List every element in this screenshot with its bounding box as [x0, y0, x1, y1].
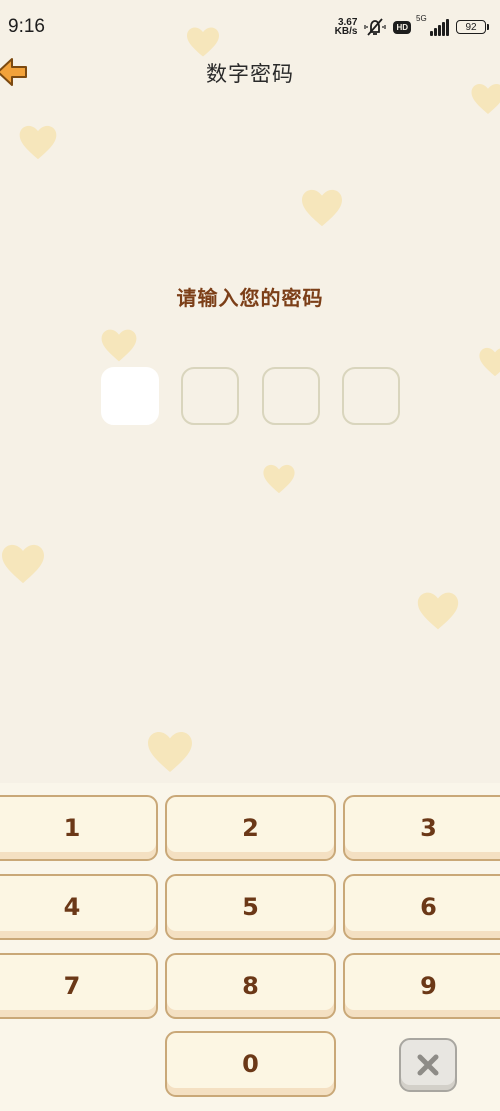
network-speed: 3.67 KB/s	[334, 18, 358, 37]
background-heart-icon	[19, 125, 57, 160]
status-icons: 3.67 KB/s HD 5G 92	[334, 14, 489, 38]
battery-icon: 92	[456, 20, 489, 34]
delete-button[interactable]	[399, 1038, 457, 1092]
battery-level: 92	[465, 21, 477, 33]
key-6[interactable]: 6	[343, 874, 500, 940]
password-prompt: 请输入您的密码	[176, 286, 324, 310]
key-7[interactable]: 7	[0, 953, 158, 1019]
key-5[interactable]: 5	[165, 874, 336, 940]
background-heart-icon	[101, 329, 137, 362]
background-heart-icon	[302, 189, 342, 227]
background-heart-icon	[2, 544, 44, 584]
key-1[interactable]: 1	[0, 795, 158, 861]
pin-digit-1[interactable]	[101, 367, 159, 425]
close-icon	[417, 1054, 439, 1076]
network-type: 5G	[416, 14, 427, 23]
hd-badge: HD	[393, 20, 411, 34]
network-speed-unit: KB/s	[334, 26, 358, 37]
key-2[interactable]: 2	[165, 795, 336, 861]
status-time: 9:16	[8, 16, 45, 37]
key-3[interactable]: 3	[343, 795, 500, 861]
background-heart-icon	[148, 732, 192, 772]
key-4[interactable]: 4	[0, 874, 158, 940]
key-8[interactable]: 8	[165, 953, 336, 1019]
signal-icon: 5G	[416, 14, 449, 36]
pin-digit-4[interactable]	[342, 367, 400, 425]
background-heart-icon	[263, 464, 295, 494]
pin-input[interactable]	[0, 367, 500, 427]
page-title: 数字密码	[206, 62, 294, 86]
pin-digit-3[interactable]	[262, 367, 320, 425]
key-0[interactable]: 0	[165, 1031, 336, 1097]
muted-bell-icon	[364, 18, 387, 36]
background-heart-icon	[417, 592, 459, 630]
status-bar: 9:16 3.67 KB/s HD 5G 92	[0, 0, 500, 56]
pin-digit-2[interactable]	[181, 367, 239, 425]
key-9[interactable]: 9	[343, 953, 500, 1019]
